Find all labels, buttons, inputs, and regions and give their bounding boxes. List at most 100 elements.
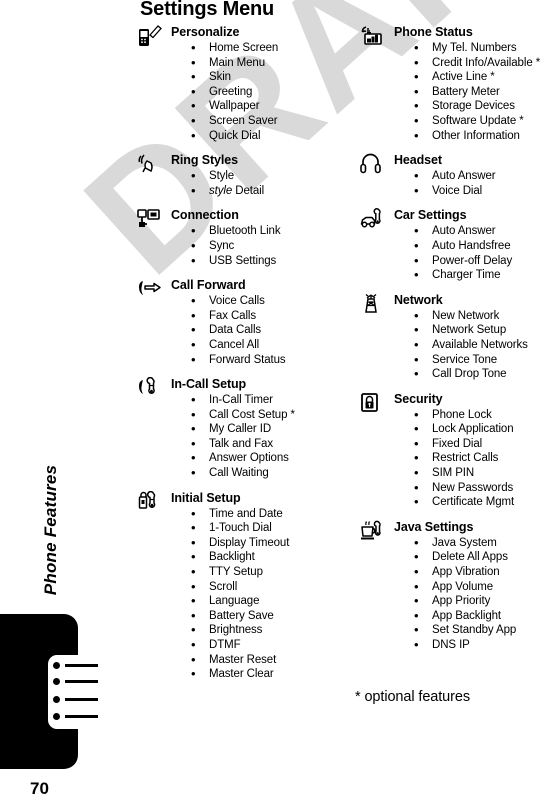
menu-item[interactable]: • Quick Dial	[189, 128, 352, 144]
bullet-icon: •	[191, 322, 196, 338]
menu-item[interactable]: • Display Timeout	[189, 535, 352, 551]
menu-item[interactable]: • Backlight	[189, 550, 352, 565]
menu-item[interactable]: • My Caller ID	[189, 422, 352, 437]
menu-item[interactable]: • Wallpaper	[189, 99, 352, 114]
menu-item[interactable]: • Call Cost Setup *	[189, 407, 352, 423]
menu-item[interactable]: • Lock Application	[412, 422, 555, 437]
menu-item[interactable]: • Network Setup	[412, 323, 555, 338]
menu-item[interactable]: • style Detail	[189, 182, 352, 199]
menu-group-title[interactable]: In-Call Setup	[171, 376, 352, 392]
bullet-icon: •	[191, 182, 196, 198]
menu-group-title[interactable]: Ring Styles	[171, 152, 352, 168]
menu-item[interactable]: • Certificate Mgmt	[412, 495, 555, 510]
menu-group-title[interactable]: Phone Status	[394, 24, 555, 40]
phone-pencil-icon	[137, 25, 165, 47]
optional-features-footnote: * optional features	[355, 689, 470, 705]
menu-item[interactable]: • Brightness	[189, 623, 352, 638]
menu-item[interactable]: • Home Screen	[189, 40, 352, 56]
menu-item[interactable]: • Fax Calls	[189, 308, 352, 324]
menu-item[interactable]: • Active Line *	[412, 70, 555, 85]
menu-item[interactable]: • Greeting	[189, 84, 352, 100]
menu-item[interactable]: • Voice Calls	[189, 294, 352, 309]
menu-item[interactable]: • Voice Dial	[412, 183, 555, 199]
menu-group-title[interactable]: Personalize	[171, 24, 352, 40]
menu-item[interactable]: • New Passwords	[412, 480, 555, 496]
menu-item[interactable]: • Scroll	[189, 579, 352, 595]
menu-item[interactable]: • Credit Info/Available *	[412, 55, 555, 71]
notch-line	[65, 680, 98, 683]
menu-item[interactable]: • App Priority	[412, 594, 555, 609]
menu-item[interactable]: • App Vibration	[412, 564, 555, 580]
menu-item[interactable]: • Sync	[189, 238, 352, 254]
menu-item[interactable]: • App Backlight	[412, 608, 555, 624]
menu-item-label: Charger Time	[432, 269, 501, 282]
menu-item[interactable]: • Skin	[189, 70, 352, 85]
menu-item[interactable]: • 1-Touch Dial	[189, 521, 352, 536]
menu-item[interactable]: • TTY Setup	[189, 564, 352, 580]
bullet-icon: •	[191, 351, 196, 367]
menu-group-title[interactable]: Security	[394, 391, 555, 407]
menu-item[interactable]: • Power-off Delay	[412, 253, 555, 269]
menu-item[interactable]: • In-Call Timer	[189, 392, 352, 408]
menu-item[interactable]: • Software Update *	[412, 113, 555, 129]
menu-group-title[interactable]: Network	[394, 292, 555, 308]
menu-item-label: Backlight	[209, 551, 255, 564]
menu-group-title[interactable]: Car Settings	[394, 207, 555, 223]
menu-group-title[interactable]: Call Forward	[171, 277, 352, 293]
menu-item[interactable]: • Call Waiting	[189, 465, 352, 481]
menu-item[interactable]: • SIM PIN	[412, 465, 555, 481]
menu-item[interactable]: • Main Menu	[189, 55, 352, 71]
menu-item[interactable]: • Cancel All	[189, 337, 352, 353]
bullet-icon: •	[191, 421, 196, 437]
menu-item[interactable]: • Language	[189, 594, 352, 609]
menu-item[interactable]: • Other Information	[412, 128, 555, 144]
menu-item[interactable]: • Talk and Fax	[189, 436, 352, 452]
menu-item[interactable]: • DNS IP	[412, 637, 555, 653]
menu-item-label: Language	[209, 595, 260, 608]
menu-item[interactable]: • Charger Time	[412, 268, 555, 283]
menu-item-label: Service Tone	[432, 353, 498, 366]
menu-item[interactable]: • Java System	[412, 535, 555, 551]
menu-item[interactable]: • Style	[189, 169, 352, 184]
menu-item[interactable]: • Battery Meter	[412, 84, 555, 100]
menu-item[interactable]: • Auto Answer	[412, 169, 555, 184]
menu-item-label: Brightness	[209, 624, 263, 637]
menu-item[interactable]: • Set Standby App	[412, 623, 555, 638]
menu-item[interactable]: • Service Tone	[412, 352, 555, 368]
menu-item[interactable]: • Time and Date	[189, 506, 352, 522]
menu-item[interactable]: • Bluetooth Link	[189, 224, 352, 239]
menu-item-list: • Auto Answer • Voice Dial	[394, 169, 555, 198]
menu-item[interactable]: • Battery Save	[189, 608, 352, 624]
menu-item[interactable]: • DTMF	[189, 637, 352, 653]
menu-item-list: • New Network • Network Setup • Available Net…	[394, 308, 555, 382]
menu-item[interactable]: • New Network	[412, 308, 555, 324]
menu-item-label: Greeting	[209, 85, 253, 98]
menu-item[interactable]: • Master Reset	[189, 652, 352, 668]
menu-item[interactable]: • Storage Devices	[412, 99, 555, 114]
menu-group-title[interactable]: Headset	[394, 152, 555, 168]
menu-item[interactable]: • Data Calls	[189, 323, 352, 338]
menu-item[interactable]: • Forward Status	[189, 351, 352, 368]
menu-item[interactable]: • Restrict Calls	[412, 451, 555, 466]
bullet-icon: •	[191, 520, 196, 536]
menu-item[interactable]: • Delete All Apps	[412, 550, 555, 565]
menu-item[interactable]: • USB Settings	[189, 253, 352, 269]
menu-group-title[interactable]: Connection	[171, 207, 352, 223]
ring-styles-icon	[137, 153, 165, 175]
menu-item[interactable]: • Answer Options	[189, 451, 352, 466]
menu-group: Personalize • Home Screen • Main Menu • Skin • G…	[137, 24, 352, 143]
menu-group-title[interactable]: Initial Setup	[171, 490, 352, 506]
menu-item[interactable]: • Master Clear	[189, 667, 352, 682]
menu-item[interactable]: • Call Drop Tone	[412, 366, 555, 382]
menu-item[interactable]: • Available Networks	[412, 337, 555, 353]
menu-item[interactable]: • Fixed Dial	[412, 436, 555, 452]
menu-item[interactable]: • Auto Handsfree	[412, 238, 555, 254]
menu-item[interactable]: • App Volume	[412, 579, 555, 595]
menu-group-title[interactable]: Java Settings	[394, 519, 555, 535]
menu-item[interactable]: • My Tel. Numbers	[412, 40, 555, 56]
bullet-icon: •	[191, 168, 196, 184]
menu-item[interactable]: • Screen Saver	[189, 113, 352, 129]
menu-item[interactable]: • Auto Answer	[412, 224, 555, 239]
menu-item[interactable]: • Phone Lock	[412, 407, 555, 423]
menu-item-label: Software Update *	[432, 114, 524, 127]
